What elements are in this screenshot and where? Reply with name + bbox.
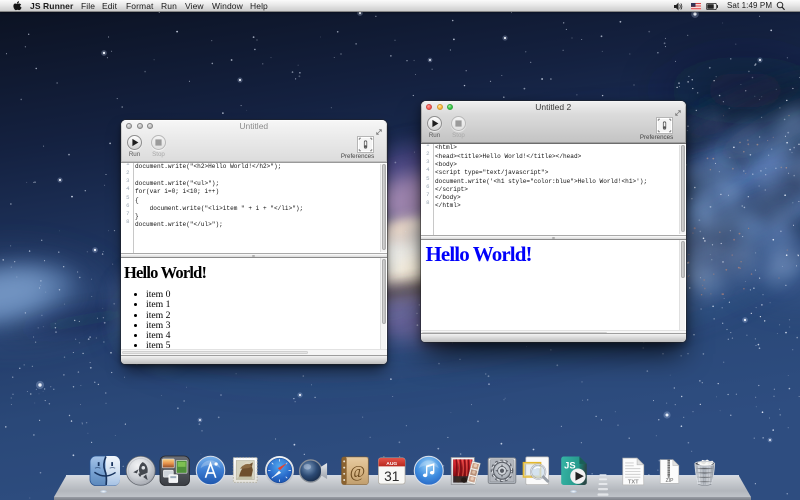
svg-text:TXT: TXT (627, 479, 638, 485)
svg-text:ZIP: ZIP (665, 478, 673, 484)
svg-text:JS: JS (564, 460, 575, 470)
svg-text:AUG: AUG (386, 460, 397, 466)
svg-text:@: @ (350, 462, 365, 481)
svg-text:31: 31 (384, 469, 399, 484)
